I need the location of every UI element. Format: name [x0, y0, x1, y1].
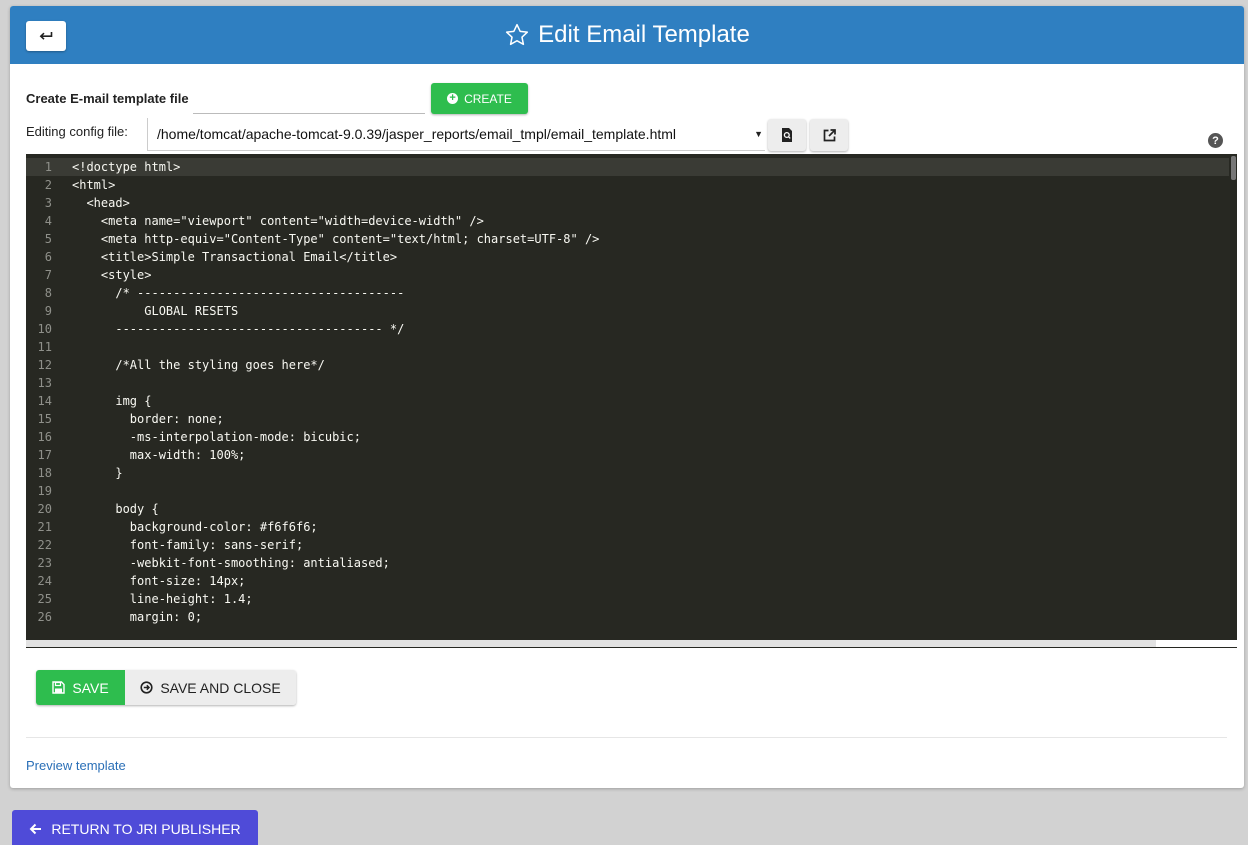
- code-line: background-color: #f6f6f6;: [72, 520, 318, 534]
- view-file-button[interactable]: [768, 119, 806, 151]
- preview-template-link[interactable]: Preview template: [26, 758, 126, 773]
- code-line: body {: [72, 502, 159, 516]
- return-arrow-icon: [39, 32, 53, 40]
- chevron-down-icon: ▼: [754, 129, 763, 139]
- line-number: 7: [44, 268, 52, 282]
- code-line: <html>: [72, 178, 116, 192]
- code-line: GLOBAL RESETS: [72, 304, 239, 318]
- code-line: <head>: [72, 196, 130, 210]
- line-number: 13: [37, 376, 52, 390]
- line-number: 18: [37, 466, 52, 480]
- line-number: 25: [37, 592, 52, 606]
- arrow-left-icon: [29, 823, 42, 835]
- line-number: 2: [44, 178, 52, 192]
- save-button[interactable]: SAVE: [36, 670, 125, 705]
- config-file-label: Editing config file:: [26, 124, 128, 139]
- line-number: 3: [44, 196, 52, 210]
- line-number: 16: [37, 430, 52, 444]
- line-number: 23: [37, 556, 52, 570]
- scrollbar-thumb[interactable]: [1231, 156, 1236, 180]
- create-template-input[interactable]: [193, 86, 425, 114]
- open-file-button[interactable]: [810, 119, 848, 151]
- page-title-text: Edit Email Template: [538, 21, 750, 48]
- code-line: <meta http-equiv="Content-Type" content=…: [72, 232, 600, 246]
- return-to-publisher-button[interactable]: RETURN TO JRI PUBLISHER: [12, 810, 258, 845]
- vertical-scrollbar[interactable]: [1229, 154, 1237, 640]
- save-button-group: SAVE SAVE AND CLOSE: [36, 670, 296, 705]
- file-search-icon: [782, 128, 792, 142]
- line-number: 10: [37, 322, 52, 336]
- code-line: -ms-interpolation-mode: bicubic;: [72, 430, 361, 444]
- plus-circle-icon: +: [447, 93, 459, 104]
- line-number-gutter: 1 2 3 4 5 6 7 8 9 10 11 12 13 14 15 16 17 18 19 20 21 22 23 24 2…: [26, 158, 64, 626]
- line-number: 6: [44, 250, 52, 264]
- line-number: 14: [37, 394, 52, 408]
- code-line: margin: 0;: [72, 610, 203, 624]
- back-button[interactable]: [26, 21, 66, 51]
- code-editor[interactable]: 1 2 3 4 5 6 7 8 9 10 11 12 13 14 15 16 17 18 19 20 21 22 23 24 2…: [26, 154, 1237, 648]
- line-number: 12: [37, 358, 52, 372]
- code-content[interactable]: <!doctype html> <html> <head> <meta name=…: [72, 158, 1229, 626]
- line-number: 26: [37, 610, 52, 624]
- line-number: 15: [37, 412, 52, 426]
- question-circle-icon[interactable]: ?: [1208, 133, 1223, 148]
- code-line: line-height: 1.4;: [72, 592, 253, 606]
- line-number: 24: [37, 574, 52, 588]
- create-button[interactable]: + CREATE: [431, 83, 528, 114]
- return-button-label: RETURN TO JRI PUBLISHER: [51, 821, 241, 837]
- line-number: 9: [44, 304, 52, 318]
- create-button-label: CREATE: [464, 91, 512, 106]
- code-line: <!doctype html>: [72, 160, 181, 174]
- config-file-value: /home/tomcat/apache-tomcat-9.0.39/jasper…: [157, 126, 677, 142]
- config-file-select[interactable]: /home/tomcat/apache-tomcat-9.0.39/jasper…: [147, 118, 765, 151]
- code-line: ------------------------------------- */: [72, 322, 405, 336]
- line-number: 22: [37, 538, 52, 552]
- code-line: font-family: sans-serif;: [72, 538, 304, 552]
- save-and-close-button[interactable]: SAVE AND CLOSE: [125, 670, 296, 705]
- line-number: 4: [44, 214, 52, 228]
- horizontal-scrollbar-track: [1156, 640, 1237, 647]
- code-line: <title>Simple Transactional Email</title…: [72, 250, 398, 264]
- code-line: -webkit-font-smoothing: antialiased;: [72, 556, 390, 570]
- circle-arrow-icon: [140, 681, 153, 694]
- line-number: 11: [37, 340, 52, 354]
- code-line: img {: [72, 394, 152, 408]
- line-number: 19: [37, 484, 52, 498]
- section-divider: [26, 737, 1227, 738]
- save-button-label: SAVE: [72, 679, 109, 696]
- star-outline-icon: [506, 23, 529, 46]
- code-line: /* -------------------------------------: [72, 286, 405, 300]
- floppy-disk-icon: [52, 681, 66, 694]
- page-title: Edit Email Template: [10, 6, 1244, 64]
- code-line: }: [72, 466, 123, 480]
- code-line: border: none;: [72, 412, 224, 426]
- line-number: 21: [37, 520, 52, 534]
- line-number: 1: [44, 160, 52, 174]
- open-external-icon: [823, 128, 836, 141]
- horizontal-scrollbar[interactable]: [26, 640, 1156, 647]
- edit-template-panel: Edit Email Template Create E-mail templa…: [10, 6, 1244, 788]
- save-and-close-label: SAVE AND CLOSE: [160, 679, 281, 696]
- create-template-label: Create E-mail template file: [26, 91, 189, 106]
- line-number: 8: [44, 286, 52, 300]
- page-header: Edit Email Template: [10, 6, 1244, 64]
- line-number: 5: [44, 232, 52, 246]
- code-line: max-width: 100%;: [72, 448, 246, 462]
- code-line: font-size: 14px;: [72, 574, 246, 588]
- code-line: <style>: [72, 268, 152, 282]
- code-line: /*All the styling goes here*/: [72, 358, 325, 372]
- line-number: 17: [37, 448, 52, 462]
- line-number: 20: [37, 502, 52, 516]
- code-line: <meta name="viewport" content="width=dev…: [72, 214, 484, 228]
